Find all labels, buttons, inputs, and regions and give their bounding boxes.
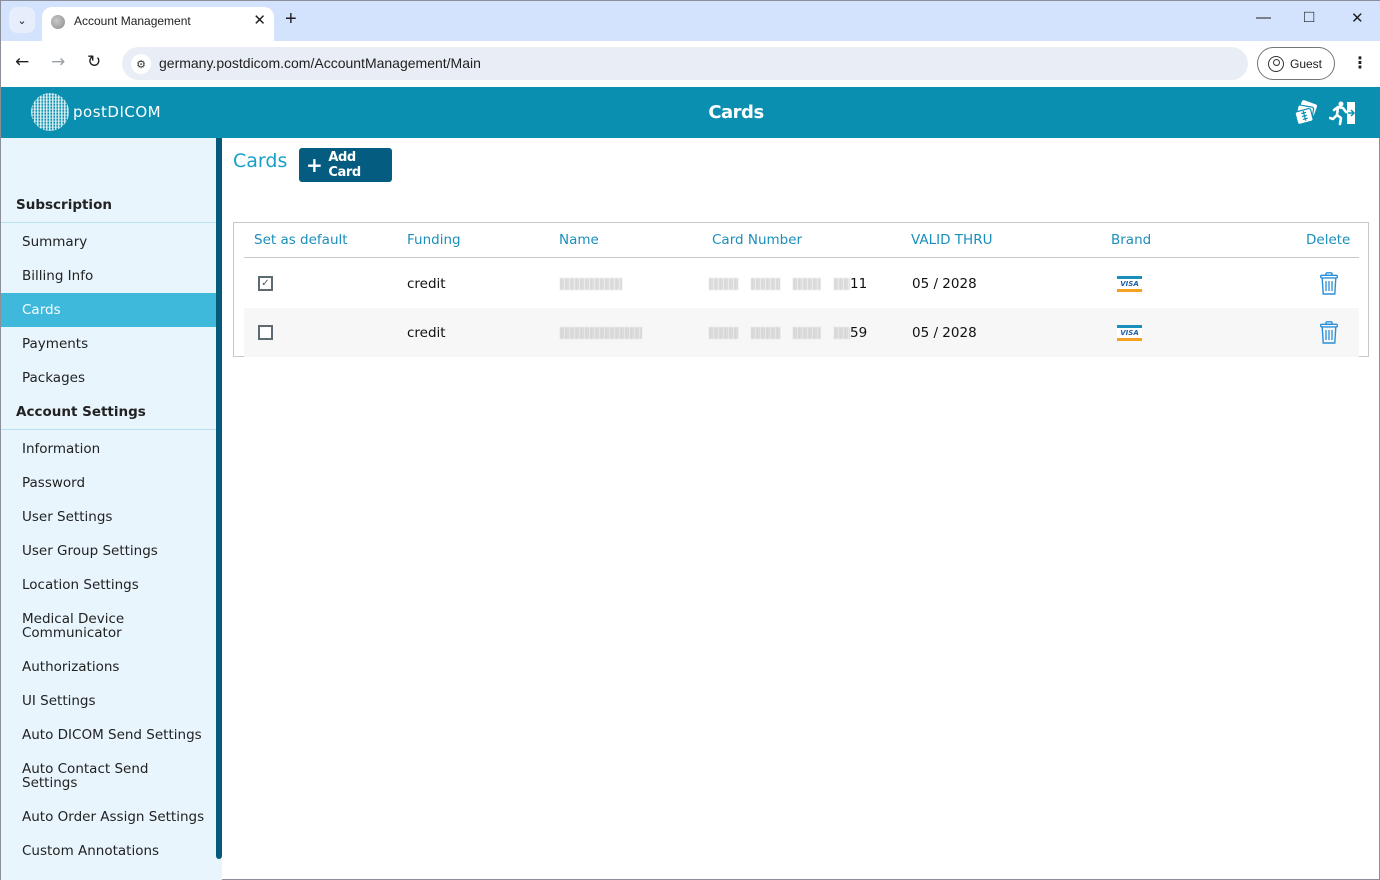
add-card-label: Add Card: [328, 150, 361, 180]
close-window-button[interactable]: ✕: [1351, 9, 1364, 27]
maximize-button[interactable]: □: [1304, 7, 1314, 27]
sidebar: Subscription Summary Billing Info Cards …: [1, 138, 216, 880]
sidebar-item-user-settings[interactable]: User Settings: [1, 500, 216, 534]
address-bar[interactable]: ⚙ germany.postdicom.com/AccountManagemen…: [122, 47, 1248, 80]
profile-button[interactable]: Guest: [1257, 47, 1335, 80]
plus-icon: +: [306, 153, 323, 177]
favicon-icon: [51, 15, 65, 29]
table-row: ✓ credit 11 05 / 2028 VISA: [244, 259, 1359, 308]
sidebar-section-subscription: Subscription: [1, 189, 216, 223]
tab-search-button[interactable]: ⌄: [9, 7, 35, 33]
valid-thru-cell: 05 / 2028: [912, 276, 977, 292]
tab-title: Account Management: [74, 14, 191, 28]
browser-tabstrip: ⌄ Account Management ✕ + — □ ✕: [1, 1, 1380, 41]
card-number-redacted-group: [834, 327, 850, 339]
sidebar-item-auto-contact-send-settings[interactable]: Auto Contact Send Settings: [1, 758, 151, 792]
card-number-redacted-group: [751, 278, 781, 290]
trash-icon[interactable]: [1320, 321, 1338, 344]
name-cell-redacted: [560, 327, 642, 339]
sidebar-item-billing-info[interactable]: Billing Info: [1, 259, 216, 293]
sidebar-item-user-group-settings[interactable]: User Group Settings: [1, 534, 216, 568]
sidebar-item-custom-annotations[interactable]: Custom Annotations: [1, 834, 216, 868]
sidebar-section-account-settings: Account Settings: [1, 396, 216, 430]
back-button[interactable]: ←: [15, 52, 29, 72]
default-checkbox-checked[interactable]: ✓: [258, 276, 273, 291]
sidebar-item-auto-order-assign-settings[interactable]: Auto Order Assign Settings: [1, 800, 216, 834]
chevron-down-icon: ⌄: [17, 13, 27, 27]
sidebar-item-ui-settings[interactable]: UI Settings: [1, 684, 216, 718]
card-number-redacted-group: [834, 278, 850, 290]
default-checkbox-unchecked[interactable]: [258, 325, 273, 340]
sidebar-item-information[interactable]: Information: [1, 432, 216, 466]
reload-button[interactable]: ↻: [87, 52, 101, 72]
card-number-redacted-group: [793, 278, 821, 290]
minimize-button[interactable]: —: [1256, 9, 1271, 26]
logout-icon[interactable]: [1329, 99, 1357, 127]
browser-tab[interactable]: Account Management ✕: [42, 7, 274, 41]
column-header-delete: Delete: [1306, 232, 1351, 248]
forward-button[interactable]: →: [51, 52, 65, 72]
close-tab-icon[interactable]: ✕: [253, 11, 266, 29]
card-number-last-digits: 59: [850, 325, 868, 341]
browser-menu-icon[interactable]: ⋮: [1352, 53, 1368, 72]
app-header: postDICOM Cards: [1, 87, 1380, 138]
funding-cell: credit: [407, 276, 446, 292]
add-card-button[interactable]: + Add Card: [299, 148, 392, 182]
sidebar-item-auto-dicom-send-settings[interactable]: Auto DICOM Send Settings: [1, 718, 216, 752]
column-header-funding: Funding: [407, 232, 461, 248]
funding-cell: credit: [407, 325, 446, 341]
sidebar-item-cards[interactable]: Cards: [1, 293, 216, 327]
sidebar-item-summary[interactable]: Summary: [1, 225, 216, 259]
card-number-redacted-group: [751, 327, 781, 339]
column-header-set-as-default: Set as default: [254, 232, 348, 248]
card-number-redacted-group: [709, 278, 739, 290]
column-header-card-number: Card Number: [712, 232, 803, 248]
valid-thru-cell: 05 / 2028: [912, 325, 977, 341]
sidebar-item-authorizations[interactable]: Authorizations: [1, 650, 216, 684]
column-header-name: Name: [559, 232, 599, 248]
site-settings-icon[interactable]: ⚙: [131, 54, 151, 74]
card-number-redacted-group: [709, 327, 739, 339]
browser-toolbar: ← → ↻ ⚙ germany.postdicom.com/AccountMan…: [1, 41, 1380, 87]
table-row: credit 59 05 / 2028 VISA: [244, 308, 1359, 357]
header-title: Cards: [708, 102, 764, 123]
sidebar-item-password[interactable]: Password: [1, 466, 216, 500]
cards-icon[interactable]: [1293, 99, 1321, 127]
page-title: Cards: [233, 150, 288, 172]
profile-label: Guest: [1290, 56, 1323, 71]
visa-icon: VISA: [1117, 276, 1142, 292]
trash-icon[interactable]: [1320, 272, 1338, 295]
sidebar-item-payments[interactable]: Payments: [1, 327, 216, 361]
column-header-brand: Brand: [1111, 232, 1152, 248]
name-cell-redacted: [560, 278, 622, 290]
table-header: Set as default Funding Name Card Number …: [244, 223, 1359, 258]
sidebar-item-location-settings[interactable]: Location Settings: [1, 568, 216, 602]
visa-icon: VISA: [1117, 325, 1142, 341]
card-number-last-digits: 11: [850, 276, 868, 292]
sidebar-scrollbar-thumb[interactable]: [216, 138, 222, 859]
url-text[interactable]: germany.postdicom.com/AccountManagement/…: [159, 55, 481, 71]
cards-table: Set as default Funding Name Card Number …: [233, 222, 1369, 357]
profile-icon: [1268, 55, 1284, 72]
card-number-redacted-group: [793, 327, 821, 339]
sidebar-item-packages[interactable]: Packages: [1, 361, 216, 395]
column-header-valid-thru: VALID THRU: [911, 232, 993, 248]
new-tab-button[interactable]: +: [285, 8, 297, 31]
sidebar-item-medical-device-communicator[interactable]: Medical Device Communicator: [1, 608, 151, 642]
